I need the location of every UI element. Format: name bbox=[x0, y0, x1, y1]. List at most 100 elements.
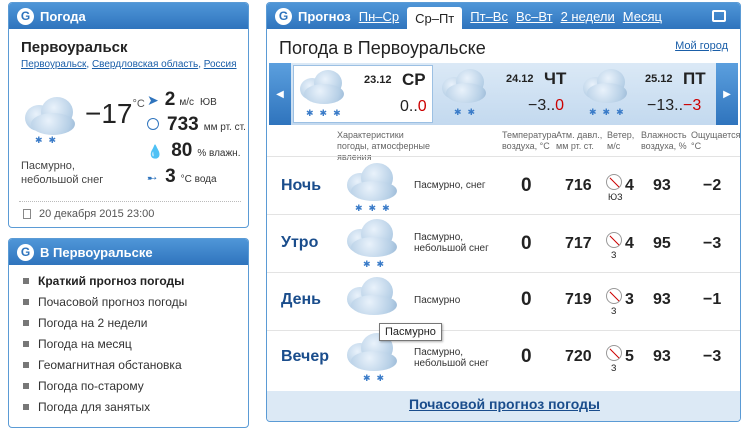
bullet-icon bbox=[23, 404, 29, 410]
table-row: День Пасмурно 0 719 3 З 93 −1 bbox=[267, 272, 740, 332]
bullet-icon bbox=[23, 320, 29, 326]
menu-item-short-forecast[interactable]: Краткий прогноз погоды bbox=[23, 274, 184, 288]
tab-mon-wed[interactable]: Пн–Ср bbox=[359, 9, 399, 24]
wind-direction: З bbox=[611, 250, 617, 260]
wind-compass-icon bbox=[606, 174, 622, 190]
cloud-snow-icon: ✱✱ bbox=[347, 217, 403, 271]
current-temperature: −17°С bbox=[85, 98, 145, 129]
humidity-value: 93 bbox=[653, 291, 671, 308]
bullet-icon bbox=[23, 278, 29, 284]
document-icon bbox=[23, 209, 31, 219]
cloud-snow-icon: ✱✱✱ bbox=[347, 161, 403, 215]
wind-value: 5 bbox=[625, 348, 634, 365]
temp-value: 0 bbox=[521, 289, 532, 310]
humidity-value: 93 bbox=[653, 177, 671, 194]
conditions-text: Пасмурно, небольшой снег bbox=[414, 232, 489, 254]
day-of-week: ЧТ bbox=[544, 69, 567, 88]
header-pressure: Атм. давл., мм рт. ст. bbox=[556, 130, 603, 151]
bullet-icon bbox=[23, 383, 29, 389]
menu-item-2-weeks[interactable]: Погода на 2 недели bbox=[23, 316, 148, 330]
fish-icon: ➸ bbox=[147, 171, 158, 185]
humidity-info: 💧 80 % влажн. bbox=[147, 140, 241, 161]
tab-month[interactable]: Месяц bbox=[623, 9, 662, 24]
city-menu-panel: G В Первоуральске Краткий прогноз погоды… bbox=[8, 238, 249, 428]
conditions-text: Пасмурно bbox=[414, 295, 461, 306]
bullet-icon bbox=[23, 362, 29, 368]
current-weather-header: G Погода bbox=[9, 3, 248, 29]
cloud-snow-icon: ✱✱ bbox=[440, 67, 494, 119]
tab-2-weeks[interactable]: 2 недели bbox=[561, 9, 615, 24]
cloud-snow-icon: ✱✱✱ bbox=[581, 67, 635, 119]
forecast-title: Погода в Первоуральске bbox=[279, 38, 486, 58]
pressure-value: 717 bbox=[565, 235, 592, 252]
period-label: Вечер bbox=[281, 348, 330, 365]
wind-direction: З bbox=[611, 306, 617, 316]
forecast-tabbar: G Прогноз Пн–Ср Ср–Пт Пт–Вс Вс–Вт 2 неде… bbox=[267, 3, 740, 30]
tab-wed-fri[interactable]: Ср–Пт bbox=[407, 6, 463, 30]
menu-item-hourly[interactable]: Почасовой прогноз погоды bbox=[23, 295, 187, 309]
tab-fri-sun[interactable]: Пт–Вс bbox=[470, 9, 508, 24]
wind-compass-icon bbox=[606, 345, 622, 361]
feels-value: −3 bbox=[703, 348, 722, 365]
temp-value: 0 bbox=[521, 175, 532, 196]
bullet-icon bbox=[23, 299, 29, 305]
header-humidity: Влажность воздуха, % bbox=[641, 130, 687, 151]
temp-value: 0 bbox=[521, 346, 532, 367]
tab-sun-tue[interactable]: Вс–Вт bbox=[516, 9, 553, 24]
my-city-link[interactable]: Мой город bbox=[675, 40, 728, 52]
wind-value: 3 bbox=[625, 291, 634, 308]
weather-description: Пасмурно, небольшой снег bbox=[21, 160, 104, 186]
day-temps: 0..0 bbox=[400, 98, 427, 115]
pressure-value: 716 bbox=[565, 177, 592, 194]
wind-direction: ЮЗ bbox=[608, 192, 623, 202]
gismeteo-logo-icon: G bbox=[17, 243, 34, 261]
tab-forecast-label: Прогноз bbox=[298, 8, 351, 24]
table-row: Утро ✱✱ Пасмурно, небольшой снег 0 717 4… bbox=[267, 214, 740, 274]
feels-value: −3 bbox=[703, 235, 722, 252]
day-selector: ◀ ▶ ✱✱✱ 23.12 СР 0..0 ✱✱ 24.12 ЧТ −3..0 bbox=[269, 63, 738, 125]
next-days-button[interactable]: ▶ bbox=[716, 63, 738, 125]
temp-value: 0 bbox=[521, 233, 532, 254]
breadcrumb-city[interactable]: Первоуральск bbox=[21, 59, 86, 70]
menu-item-old-style[interactable]: Погода по-старому bbox=[23, 379, 144, 393]
print-icon[interactable] bbox=[712, 10, 726, 22]
breadcrumb-country[interactable]: Россия bbox=[204, 59, 237, 70]
forecast-panel: G Прогноз Пн–Ср Ср–Пт Пт–Вс Вс–Вт 2 неде… bbox=[266, 2, 741, 422]
clock-gauge-icon bbox=[147, 118, 159, 130]
wind-value: 4 bbox=[625, 235, 634, 252]
wind-value: 4 bbox=[625, 177, 634, 194]
table-row: Ночь ✱✱✱ Пасмурно, снег 0 716 4 ЮЗ 93 −2 bbox=[267, 156, 740, 216]
gismeteo-logo-icon: G bbox=[275, 7, 292, 25]
prev-days-button[interactable]: ◀ bbox=[269, 63, 291, 125]
header-temp: Температура воздуха, °С bbox=[502, 130, 557, 151]
wind-info: ➤ 2 м/с ЮВ bbox=[147, 89, 217, 110]
hourly-forecast-link[interactable]: Почасовой прогноз погоды bbox=[409, 396, 600, 412]
wind-arrow-icon: ➤ bbox=[147, 92, 159, 108]
header-wind: Ветер, м/с bbox=[607, 130, 635, 151]
day-of-week: СР bbox=[402, 70, 426, 89]
city-name: Первоуральск bbox=[21, 39, 128, 56]
menu-item-geomagnetic[interactable]: Геомагнитная обстановка bbox=[23, 358, 182, 372]
cloud-snow-icon: ✱✱ bbox=[21, 95, 83, 145]
droplet-icon: 💧 bbox=[147, 144, 164, 159]
pressure-info: 733 мм рт. ст. bbox=[147, 114, 246, 136]
breadcrumb-region[interactable]: Свердловская область bbox=[92, 59, 198, 70]
breadcrumb: Первоуральск, Свердловская область, Росс… bbox=[21, 59, 237, 70]
menu-item-month[interactable]: Погода на месяц bbox=[23, 337, 132, 351]
pressure-value: 720 bbox=[565, 348, 592, 365]
day-date: 23.12 bbox=[364, 74, 392, 86]
city-menu-header: G В Первоуральске bbox=[9, 239, 248, 265]
table-row: Вечер ✱✱ Пасмурно, небольшой снег 0 720 … bbox=[267, 330, 740, 391]
day-card-thu[interactable]: ✱✱ 24.12 ЧТ −3..0 bbox=[436, 65, 574, 123]
period-label: День bbox=[281, 291, 321, 308]
cloud-icon bbox=[347, 275, 403, 319]
day-of-week: ПТ bbox=[683, 69, 706, 88]
day-card-wed[interactable]: ✱✱✱ 23.12 СР 0..0 bbox=[293, 65, 433, 123]
menu-item-busy[interactable]: Погода для занятых bbox=[23, 400, 150, 414]
day-card-fri[interactable]: ✱✱✱ 25.12 ПТ −13..−3 bbox=[577, 65, 715, 123]
bullet-icon bbox=[23, 341, 29, 347]
day-temps: −13..−3 bbox=[647, 97, 702, 114]
menu-title: В Первоуральске bbox=[40, 244, 153, 260]
tooltip: Пасмурно bbox=[379, 323, 442, 341]
humidity-value: 93 bbox=[653, 348, 671, 365]
